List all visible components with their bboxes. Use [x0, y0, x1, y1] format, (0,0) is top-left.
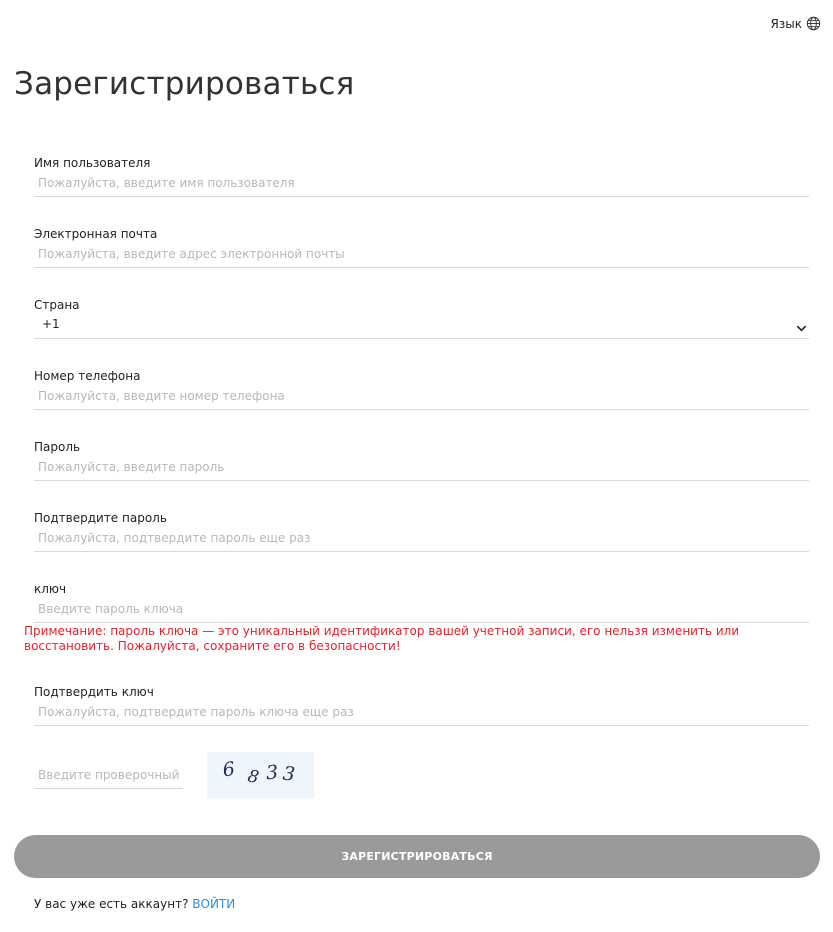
phone-input[interactable]	[34, 384, 809, 410]
captcha-digit-2: 8	[246, 766, 261, 788]
email-input[interactable]	[34, 242, 809, 268]
key-input[interactable]	[34, 597, 809, 623]
captcha-digit-3: 3	[265, 761, 279, 784]
country-select[interactable]: +1	[34, 313, 809, 339]
captcha-input[interactable]	[34, 763, 183, 789]
username-field-group: Имя пользователя	[34, 155, 809, 197]
email-label: Электронная почта	[34, 227, 158, 241]
confirm-key-field-group: Подтвердить ключ	[34, 684, 809, 726]
confirm-key-label: Подтвердить ключ	[34, 685, 154, 699]
key-field-group: ключ	[34, 581, 809, 623]
phone-field-group: Номер телефона	[34, 368, 809, 410]
language-switcher[interactable]: Язык	[771, 16, 821, 31]
globe-icon	[806, 16, 821, 31]
chevron-down-icon	[796, 319, 807, 338]
country-select-value: +1	[42, 317, 60, 331]
key-warning-note: Примечание: пароль ключа — это уникальны…	[24, 624, 740, 653]
page-title: Зарегистрироваться	[14, 66, 355, 102]
country-field-group: Страна +1	[34, 297, 809, 339]
login-prompt-row: У вас уже есть аккаунт? ВОЙТИ	[34, 897, 235, 911]
confirm-password-input[interactable]	[34, 526, 809, 552]
captcha-digit-4: 3	[282, 763, 296, 786]
username-label: Имя пользователя	[34, 156, 151, 170]
key-label: ключ	[34, 582, 67, 596]
confirm-key-input[interactable]	[34, 700, 809, 726]
captcha-image[interactable]: 6 8 3 3	[207, 752, 314, 798]
language-label: Язык	[770, 16, 802, 31]
phone-label: Номер телефона	[34, 369, 141, 383]
password-field-group: Пароль	[34, 439, 809, 481]
username-input[interactable]	[34, 171, 809, 197]
email-field-group: Электронная почта	[34, 226, 809, 268]
confirm-password-field-group: Подтвердите пароль	[34, 510, 809, 552]
password-label: Пароль	[34, 440, 81, 454]
captcha-digit-1: 6	[221, 758, 236, 781]
register-button[interactable]: ЗАРЕГИСТРИРОВАТЬСЯ	[14, 835, 820, 878]
login-prompt: У вас уже есть аккаунт?	[34, 897, 189, 911]
login-link[interactable]: ВОЙТИ	[192, 897, 235, 911]
confirm-password-label: Подтвердите пароль	[34, 511, 167, 525]
password-input[interactable]	[34, 455, 809, 481]
country-label: Страна	[34, 298, 80, 312]
